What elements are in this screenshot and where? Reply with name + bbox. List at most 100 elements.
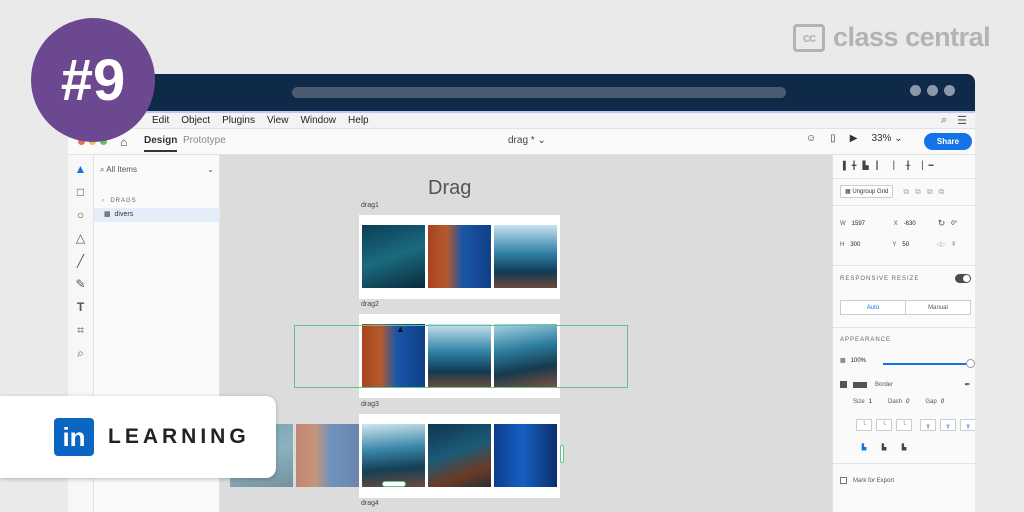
grid-icon: ▦ xyxy=(104,211,111,218)
zoom-select[interactable]: 33% ⌄ xyxy=(871,133,902,144)
cap-round-icon[interactable]: ▙ xyxy=(876,441,892,453)
tab-prototype[interactable]: Prototype xyxy=(183,135,226,146)
drag-handle[interactable] xyxy=(382,481,406,487)
ungroup-grid-label: Ungroup Grid xyxy=(852,189,889,195)
stroke-outer-icon[interactable]: └ xyxy=(876,419,892,431)
align-bottom-icon[interactable]: ▙ xyxy=(863,161,869,170)
home-icon[interactable]: ⌂ xyxy=(120,135,127,149)
line-tool-icon[interactable]: ╱ xyxy=(77,253,84,269)
align-top-icon[interactable]: ▐ xyxy=(840,161,846,170)
boolean-exclude-icon[interactable]: ⧉ xyxy=(939,187,945,197)
align-left-icon[interactable]: ▏ xyxy=(893,161,899,170)
menu-item-plugins[interactable]: Plugins xyxy=(222,115,255,126)
join-miter-icon[interactable]: ┰ xyxy=(920,419,936,431)
menu-item-window[interactable]: Window xyxy=(300,115,336,126)
diver-photo[interactable] xyxy=(428,225,491,288)
user-icon[interactable]: ☺ xyxy=(806,133,816,144)
join-round-icon[interactable]: ┰ xyxy=(940,419,956,431)
rotation-field[interactable]: 0° xyxy=(951,221,957,227)
boolean-add-icon[interactable]: ⧉ xyxy=(903,187,909,197)
ellipse-tool-icon[interactable]: ○ xyxy=(77,207,84,223)
border-gap-field[interactable]: 0 xyxy=(941,399,944,405)
border-dash-field[interactable]: 0 xyxy=(906,399,909,405)
layers-search[interactable]: ⌕ All Items ⌄ xyxy=(100,165,214,175)
window-dot-icon[interactable] xyxy=(910,85,921,96)
mark-for-export-checkbox[interactable] xyxy=(840,477,847,484)
flip-vertical-icon[interactable]: ⧗ xyxy=(952,241,956,248)
layer-item-divers[interactable]: ▦ divers xyxy=(94,208,220,222)
chevron-down-icon[interactable]: ⌄ xyxy=(207,165,214,175)
menu-item-view[interactable]: View xyxy=(267,115,289,126)
polygon-tool-icon[interactable]: △ xyxy=(76,230,85,246)
toolbar-right: ☺ ▯ ▶ 33% ⌄ xyxy=(806,133,903,144)
select-tool-icon[interactable]: ▲ xyxy=(75,161,87,177)
boolean-subtract-icon[interactable]: ⧉ xyxy=(915,187,921,197)
menu-item-help[interactable]: Help xyxy=(348,115,369,126)
y-field[interactable]: 50 xyxy=(902,242,930,248)
opacity-field[interactable]: 100% xyxy=(851,358,866,364)
boolean-intersect-icon[interactable]: ⧉ xyxy=(927,187,933,197)
responsive-resize-toggle[interactable] xyxy=(955,274,971,283)
diver-photo[interactable] xyxy=(362,225,425,288)
list-menu-icon[interactable]: ☰ xyxy=(957,114,967,127)
diver-photo[interactable] xyxy=(494,424,557,487)
stroke-inner-icon[interactable]: └ xyxy=(856,419,872,431)
height-field[interactable]: 300 xyxy=(850,242,878,248)
artboard-drag1[interactable] xyxy=(359,215,560,299)
stroke-center-icon[interactable]: └ xyxy=(896,419,912,431)
menu-item-edit[interactable]: Edit xyxy=(152,115,169,126)
play-icon[interactable]: ▶ xyxy=(850,133,858,144)
width-field[interactable]: 1597 xyxy=(852,221,880,227)
diver-photo[interactable] xyxy=(362,424,425,487)
artboard-label-drag3[interactable]: drag3 xyxy=(361,401,379,408)
search-input[interactable]: All Items xyxy=(106,165,137,174)
device-preview-icon[interactable]: ▯ xyxy=(830,133,836,144)
cap-butt-icon[interactable]: ▙ xyxy=(856,441,872,453)
zoom-tool-icon[interactable]: ⌕ xyxy=(77,345,84,361)
align-center-icon[interactable]: ╂ xyxy=(906,161,911,170)
menu-item-object[interactable]: Object xyxy=(181,115,210,126)
pen-tool-icon[interactable]: ✎ xyxy=(75,276,85,292)
resize-handle[interactable] xyxy=(560,445,564,463)
chevron-left-icon[interactable]: ‹ xyxy=(102,198,105,204)
spotlight-search-icon[interactable]: ⌕ xyxy=(941,114,947,127)
design-canvas[interactable]: Drag drag1 drag2 ▲ drag3 drag4 xyxy=(220,155,832,512)
artboard-label-drag2[interactable]: drag2 xyxy=(361,301,379,308)
distribute-icon[interactable]: ┃ xyxy=(875,161,880,170)
window-dot-icon[interactable] xyxy=(944,85,955,96)
artboard-tool-icon[interactable]: ⌗ xyxy=(77,322,84,338)
border-checkbox[interactable] xyxy=(840,381,847,388)
opacity-slider-track[interactable] xyxy=(883,363,969,365)
artboard-label-drag1[interactable]: drag1 xyxy=(361,202,379,209)
distribute-h-icon[interactable]: ━ xyxy=(929,161,934,170)
rotate-icon[interactable]: ↻ xyxy=(938,218,946,229)
document-title[interactable]: drag * ⌄ xyxy=(508,135,546,146)
opacity-slider-handle[interactable] xyxy=(966,359,975,368)
diver-photo[interactable] xyxy=(494,225,557,288)
align-right-icon[interactable]: ▕ xyxy=(916,161,922,170)
share-button[interactable]: Share xyxy=(924,133,972,150)
artboard-label-drag4[interactable]: drag4 xyxy=(361,500,379,507)
rectangle-tool-icon[interactable]: □ xyxy=(77,184,84,200)
text-tool-icon[interactable]: T xyxy=(77,299,84,315)
appearance-heading: APPEARANCE xyxy=(840,337,892,343)
tab-design[interactable]: Design xyxy=(144,135,178,152)
cap-square-icon[interactable]: ▙ xyxy=(896,441,912,453)
border-gap-label: Gap xyxy=(925,399,937,405)
border-size-field[interactable]: 1 xyxy=(869,399,872,405)
manual-option[interactable]: Manual xyxy=(906,301,970,314)
address-bar[interactable] xyxy=(292,87,786,98)
flip-horizontal-icon[interactable]: ◁▷ xyxy=(936,241,945,248)
layer-group-drags[interactable]: ‹ DRAGS xyxy=(102,198,137,204)
artboard-drag3[interactable] xyxy=(359,414,560,498)
window-dot-icon[interactable] xyxy=(927,85,938,96)
border-color-swatch[interactable] xyxy=(853,381,867,388)
auto-option[interactable]: Auto xyxy=(841,301,906,314)
ungroup-grid-button[interactable]: ▦ Ungroup Grid xyxy=(840,185,894,198)
x-field[interactable]: -630 xyxy=(904,221,932,227)
join-bevel-icon[interactable]: ┰ xyxy=(960,419,975,431)
align-middle-icon[interactable]: ╋ xyxy=(852,161,857,170)
eyedropper-icon[interactable]: ✒ xyxy=(964,380,971,389)
diver-photo[interactable] xyxy=(428,424,491,487)
zoom-value: 33% xyxy=(871,133,892,144)
